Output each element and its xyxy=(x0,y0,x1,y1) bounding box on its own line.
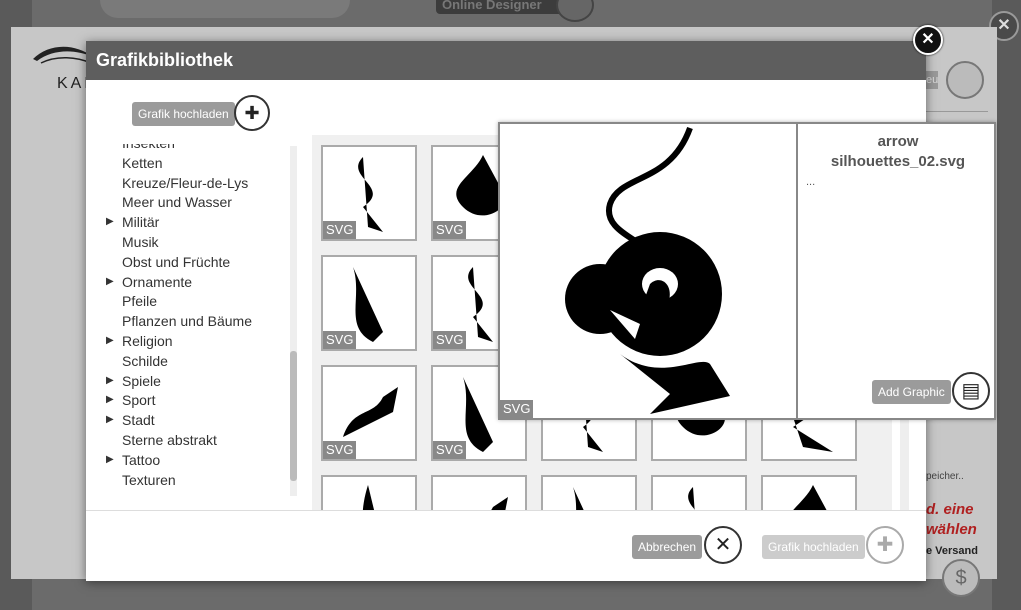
category-label[interactable]: Musik xyxy=(122,232,159,252)
category-label[interactable]: Pfeile xyxy=(122,291,157,311)
category-label[interactable]: Tiere xyxy=(122,489,153,494)
svg-badge: SVG xyxy=(433,221,467,239)
new-button[interactable]: eu xyxy=(926,71,938,89)
category-label[interactable]: Tattoo xyxy=(122,450,160,470)
category-label[interactable]: Spiele xyxy=(122,371,161,391)
divider xyxy=(926,111,988,112)
modal-header: Grafikbibliothek xyxy=(86,41,926,80)
category-label[interactable]: Religion xyxy=(122,331,173,351)
preview-svg-badge: SVG xyxy=(500,400,534,418)
category-label[interactable]: Texturen xyxy=(122,470,176,490)
cancel-x-icon[interactable]: ✕ xyxy=(704,526,742,564)
category-label[interactable]: Kreuze/Fleur-de-Lys xyxy=(122,173,248,193)
cancel-button[interactable]: Abbrechen xyxy=(632,535,703,559)
preview-title-line2: silhouettes_02.svg xyxy=(830,153,966,170)
modal-title: Grafikbibliothek xyxy=(96,50,234,70)
expand-arrow-icon[interactable]: ▶ xyxy=(106,410,114,430)
red-note-line1: d. eine xyxy=(926,501,974,518)
category-label[interactable]: Pflanzen und Bäume xyxy=(122,311,252,331)
category-label[interactable]: Insekten xyxy=(122,144,175,153)
preview-title-line1: arrow xyxy=(877,133,919,150)
category-scrollbar[interactable] xyxy=(290,146,297,496)
svg-badge: SVG xyxy=(433,331,467,349)
svg-badge: SVG xyxy=(433,441,467,459)
expand-arrow-icon[interactable]: ▶ xyxy=(106,331,114,351)
category-label[interactable]: Ketten xyxy=(122,153,162,173)
category-label[interactable]: Meer und Wasser xyxy=(122,192,232,212)
expand-arrow-icon[interactable]: ▶ xyxy=(106,272,114,292)
preview-graphic xyxy=(565,126,730,414)
versand-text: e Versand xyxy=(926,545,978,557)
category-label[interactable]: Sterne abstrakt xyxy=(122,430,217,450)
preview-description: ... xyxy=(806,176,816,188)
category-label[interactable]: Militär xyxy=(122,212,159,232)
red-note-line2: wählen xyxy=(926,521,977,538)
upload-plus-icon-footer[interactable]: ✚ xyxy=(866,526,904,564)
face-icon[interactable] xyxy=(946,61,984,99)
svg-badge: SVG xyxy=(323,221,357,239)
online-designer-label: Online Designer xyxy=(436,0,572,14)
add-graphic-label[interactable]: Add Graphic xyxy=(872,380,951,404)
graphic-tile[interactable]: SVG xyxy=(321,365,417,461)
preview-info: arrow silhouettes_02.svg ... Add Graphic… xyxy=(800,124,996,418)
category-label[interactable]: Ornamente xyxy=(122,272,192,292)
preview-image: SVG xyxy=(500,124,798,418)
svg-badge: SVG xyxy=(323,331,357,349)
upload-graphic-label[interactable]: Grafik hochladen xyxy=(132,102,235,126)
expand-arrow-icon[interactable]: ▶ xyxy=(106,371,114,391)
category-list: InsektenKettenKreuze/Fleur-de-LysMeer un… xyxy=(100,144,286,494)
category-scrollbar-thumb[interactable] xyxy=(290,351,297,481)
speicher-text: peicher.. xyxy=(926,471,964,482)
add-graphic-icon[interactable]: ▤ xyxy=(952,372,990,410)
preview-title: arrow silhouettes_02.svg xyxy=(800,132,996,172)
expand-arrow-icon[interactable]: ▶ xyxy=(106,390,114,410)
graphic-tile[interactable]: SVG xyxy=(321,145,417,241)
category-label[interactable]: Stadt xyxy=(122,410,155,430)
background-product-image xyxy=(100,0,350,18)
close-icon[interactable]: ✕ xyxy=(913,25,943,55)
upload-graphic-button-footer[interactable]: Grafik hochladen xyxy=(762,535,865,559)
category-label[interactable]: Sport xyxy=(122,390,155,410)
expand-arrow-icon[interactable]: ▶ xyxy=(106,450,114,470)
category-label[interactable]: Obst und Früchte xyxy=(122,252,230,272)
graphic-preview-popup: SVG arrow silhouettes_02.svg ... Add Gra… xyxy=(498,122,996,420)
category-label[interactable]: Schilde xyxy=(122,351,168,371)
upload-plus-icon[interactable]: ✚ xyxy=(234,95,270,131)
modal-footer: Abbrechen ✕ Grafik hochladen ✚ xyxy=(86,510,926,581)
svg-badge: SVG xyxy=(323,441,357,459)
expand-arrow-icon[interactable]: ▶ xyxy=(106,212,114,232)
dollar-icon[interactable]: $ xyxy=(942,559,980,597)
graphic-tile[interactable]: SVG xyxy=(321,255,417,351)
